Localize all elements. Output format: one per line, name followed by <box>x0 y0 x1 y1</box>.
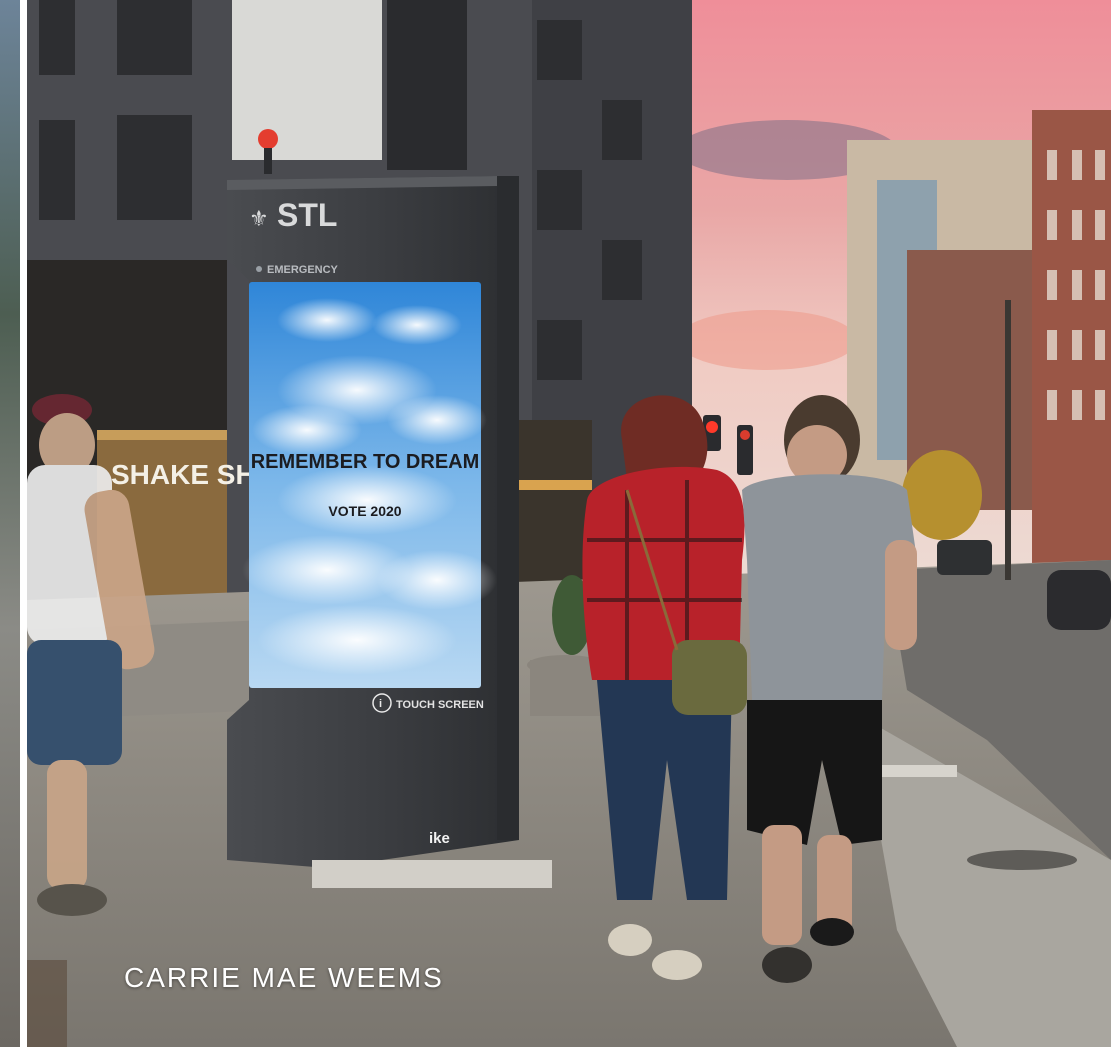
fleur-de-lis-icon: ⚜ <box>249 206 269 231</box>
photo-divider <box>20 0 27 1047</box>
emergency-label: EMERGENCY <box>267 264 339 276</box>
artist-caption: CARRIE MAE WEEMS <box>124 962 444 993</box>
screen-subline: VOTE 2020 <box>328 503 401 519</box>
street-scene-illustration: SHAKE SH ⚜ STL EMERGENCY REMEMBER TO DRE… <box>27 0 1111 1047</box>
touch-screen-label: TOUCH SCREEN <box>396 699 484 711</box>
info-icon-glyph: i <box>379 698 382 710</box>
kiosk-brand: STL <box>277 197 337 233</box>
storefront-sign: SHAKE SH <box>111 459 256 490</box>
photo-frame: SHAKE SH ⚜ STL EMERGENCY REMEMBER TO DRE… <box>0 0 1111 1047</box>
ike-logo: ike <box>429 830 450 847</box>
emergency-dot-icon <box>256 266 262 272</box>
digital-kiosk: ⚜ STL EMERGENCY REMEMBER TO DREAM VOTE 2… <box>227 176 552 888</box>
screen-headline: REMEMBER TO DREAM <box>251 451 480 473</box>
adjacent-photo-edge <box>0 0 20 1047</box>
street-photo: SHAKE SH ⚜ STL EMERGENCY REMEMBER TO DRE… <box>27 0 1111 1047</box>
